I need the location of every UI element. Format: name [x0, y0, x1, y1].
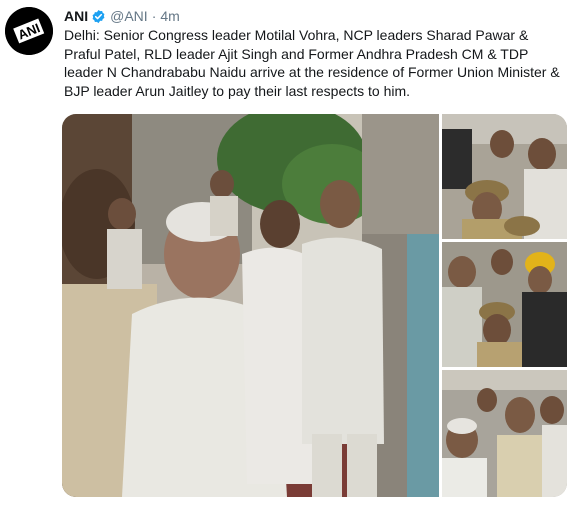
verified-badge-icon [91, 9, 106, 24]
photo-4[interactable] [442, 370, 567, 497]
timestamp-link[interactable]: 4m [160, 7, 179, 25]
ani-logo-icon: ANI [5, 7, 53, 55]
separator-dot: · [151, 8, 157, 24]
tweet-header: ANI @ANI · 4m [64, 7, 180, 25]
photo-3[interactable] [442, 242, 567, 367]
author-handle[interactable]: @ANI [110, 7, 148, 25]
avatar[interactable]: ANI [5, 7, 53, 55]
tweet-card[interactable]: ANI ANI @ANI · 4m Delhi: Senior Congress… [0, 0, 571, 509]
tweet-text: Delhi: Senior Congress leader Motilal Vo… [64, 27, 560, 99]
photo-2[interactable] [442, 114, 567, 239]
author-name[interactable]: ANI [64, 7, 88, 25]
photo-1[interactable] [62, 114, 439, 497]
media-grid [62, 114, 567, 497]
